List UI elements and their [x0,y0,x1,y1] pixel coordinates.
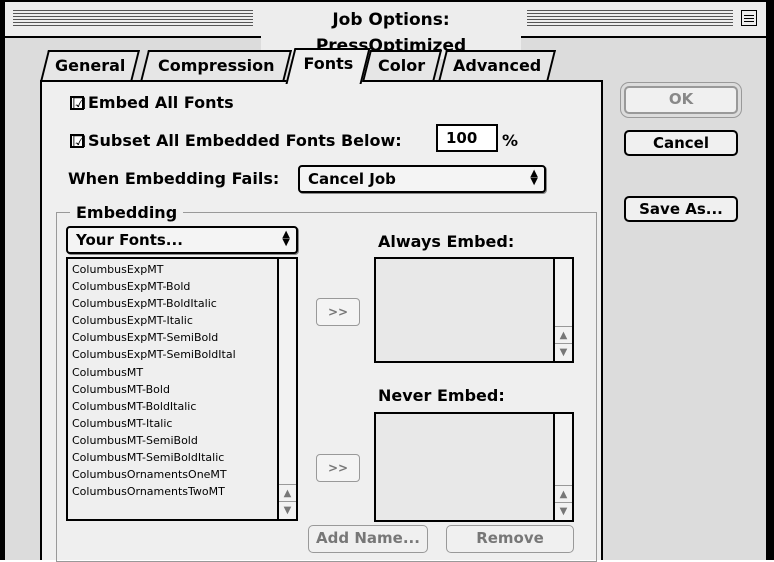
list-item[interactable]: ColumbusExpMT-Italic [72,312,236,329]
window-frame-left [0,0,5,560]
font-source-popup[interactable]: Your Fonts... ▲ ▼ [66,226,298,254]
save-as-button[interactable]: Save As... [624,196,738,222]
list-item[interactable]: ColumbusMT-BoldItalic [72,398,236,415]
always-embed-list[interactable]: ▲ ▼ [374,257,574,363]
tab-fonts[interactable]: Fonts [285,48,371,84]
tab-fonts-label: Fonts [303,54,354,73]
scroll-down-arrow-icon[interactable]: ▼ [279,501,296,519]
checkmark-icon: ☑ [72,94,87,113]
cancel-button[interactable]: Cancel [624,130,738,156]
never-embed-list[interactable]: ▲ ▼ [374,412,574,522]
remove-button[interactable]: Remove [446,525,574,553]
embed-all-fonts-label[interactable]: Embed All Fonts [88,93,234,112]
ok-button[interactable]: OK [624,86,738,114]
tab-compression-label: Compression [157,56,275,75]
always-embed-label: Always Embed: [378,232,515,251]
scroll-up-arrow-icon[interactable]: ▲ [555,485,572,503]
tab-advanced[interactable]: Advanced [438,50,556,82]
tab-advanced-label: Advanced [452,56,542,75]
always-embed-scrollbar[interactable]: ▲ ▼ [553,259,572,361]
embedding-fails-value: Cancel Job [308,170,396,188]
font-list-items: ColumbusExpMT ColumbusExpMT-Bold Columbu… [72,261,236,500]
list-item[interactable]: ColumbusExpMT [72,261,236,278]
fonts-panel: ☑ Embed All Fonts ☑ Subset All Embedded … [40,80,603,562]
window-frame-right [766,0,774,560]
embedding-fails-popup[interactable]: Cancel Job ▲ ▼ [298,165,546,193]
tab-general[interactable]: General [40,50,140,82]
list-item[interactable]: ColumbusMT [72,364,236,381]
list-item[interactable]: ColumbusExpMT-BoldItalic [72,295,236,312]
popup-arrows-icon: ▲ ▼ [282,229,290,248]
scroll-up-arrow-icon[interactable]: ▲ [555,326,572,344]
job-options-window: Job Options: PressOptimized General Comp… [0,0,774,562]
never-embed-label: Never Embed: [378,386,505,405]
tab-color-label: Color [378,56,426,75]
never-embed-scrollbar[interactable]: ▲ ▼ [553,414,572,520]
list-item[interactable]: ColumbusMT-Bold [72,381,236,398]
list-item[interactable]: ColumbusExpMT-SemiBold [72,329,236,346]
scroll-down-arrow-icon[interactable]: ▼ [555,343,572,361]
list-item[interactable]: ColumbusMT-SemiBoldItalic [72,449,236,466]
subset-fonts-label[interactable]: Subset All Embedded Fonts Below: [88,131,402,150]
tab-compression[interactable]: Compression [140,50,292,82]
collapse-box-icon[interactable] [741,10,757,26]
checkmark-icon: ☑ [72,132,87,151]
add-to-always-embed-button[interactable]: >> [316,298,360,326]
font-list-scrollbar[interactable]: ▲ ▼ [277,259,296,519]
embedding-group-title: Embedding [70,203,184,222]
tab-general-label: General [54,56,126,75]
title-bar-stripes-left [13,10,253,28]
embedding-fails-label: When Embedding Fails: [68,169,280,188]
add-to-never-embed-button[interactable]: >> [316,454,360,482]
list-item[interactable]: ColumbusOrnamentsOneMT [72,466,236,483]
scroll-down-arrow-icon[interactable]: ▼ [555,502,572,520]
subset-percent-input[interactable]: 100 [436,124,498,152]
add-name-button[interactable]: Add Name... [308,525,428,553]
list-item[interactable]: ColumbusExpMT-SemiBoldItal [72,346,236,363]
popup-arrows-icon: ▲ ▼ [530,168,538,187]
font-source-value: Your Fonts... [76,231,183,249]
font-list[interactable]: ColumbusExpMT ColumbusExpMT-Bold Columbu… [66,257,298,521]
scroll-up-arrow-icon[interactable]: ▲ [279,484,296,502]
subset-fonts-checkbox[interactable]: ☑ [70,132,87,151]
percent-sign: % [502,131,519,150]
embed-all-fonts-checkbox[interactable]: ☑ [70,94,87,113]
list-item[interactable]: ColumbusExpMT-Bold [72,278,236,295]
title-bar[interactable]: Job Options: PressOptimized [5,2,766,59]
list-item[interactable]: ColumbusOrnamentsTwoMT [72,483,236,500]
tab-color[interactable]: Color [362,50,442,82]
title-bar-stripes-right [527,10,733,28]
list-item[interactable]: ColumbusMT-Italic [72,415,236,432]
list-item[interactable]: ColumbusMT-SemiBold [72,432,236,449]
